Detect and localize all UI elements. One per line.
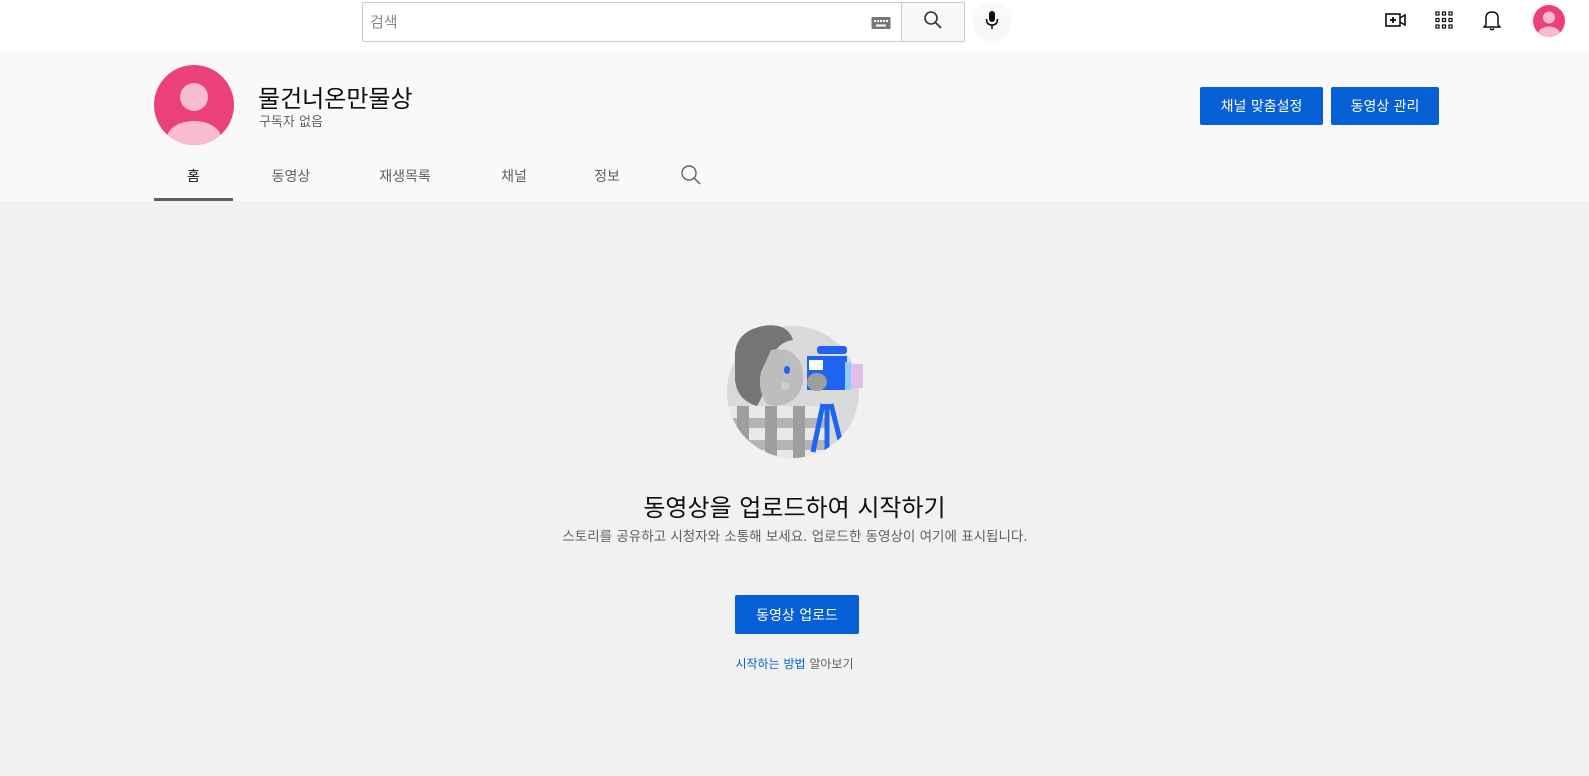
tab-videos[interactable]: 동영상: [251, 153, 331, 199]
learn-more-line: 시작하는 방법 알아보기: [0, 655, 1589, 672]
tab-about[interactable]: 정보: [572, 153, 642, 199]
upload-video-button[interactable]: 동영상 업로드: [735, 595, 859, 634]
empty-state-title: 동영상을 업로드하여 시작하기: [643, 494, 946, 522]
search-box[interactable]: [362, 2, 901, 42]
top-bar: [0, 0, 1589, 49]
tab-playlists[interactable]: 재생목록: [355, 153, 455, 199]
keyboard-icon[interactable]: [871, 15, 891, 34]
account-avatar[interactable]: [1533, 5, 1565, 37]
manage-videos-button[interactable]: 동영상 관리: [1331, 87, 1439, 125]
channel-search-icon[interactable]: [680, 164, 702, 190]
channel-name: 물건너온만물상: [258, 85, 413, 113]
search-icon: [923, 10, 943, 34]
camera-person-illustration: [727, 320, 887, 460]
tab-channels[interactable]: 채널: [479, 153, 549, 199]
tab-home[interactable]: 홈: [154, 153, 233, 201]
channel-avatar: [154, 65, 234, 145]
apps-icon[interactable]: [1432, 8, 1456, 32]
subscriber-count: 구독자 없음: [259, 115, 323, 130]
learn-more-suffix: 알아보기: [805, 657, 854, 671]
search-input[interactable]: [370, 11, 850, 33]
voice-search-button[interactable]: [972, 2, 1012, 42]
customize-channel-button[interactable]: 채널 맞춤설정: [1200, 87, 1323, 125]
channel-header: 물건너온만물상 구독자 없음 채널 맞춤설정 동영상 관리 홈 동영상 재생목록…: [0, 49, 1589, 201]
get-started-link[interactable]: 시작하는 방법: [735, 657, 805, 671]
create-video-icon[interactable]: [1384, 8, 1408, 32]
bell-icon[interactable]: [1480, 8, 1504, 32]
search-button[interactable]: [901, 2, 965, 42]
empty-state-description: 스토리를 공유하고 시청자와 소통해 보세요. 업로드한 동영상이 여기에 표시…: [562, 529, 1028, 545]
mic-icon: [985, 10, 999, 34]
